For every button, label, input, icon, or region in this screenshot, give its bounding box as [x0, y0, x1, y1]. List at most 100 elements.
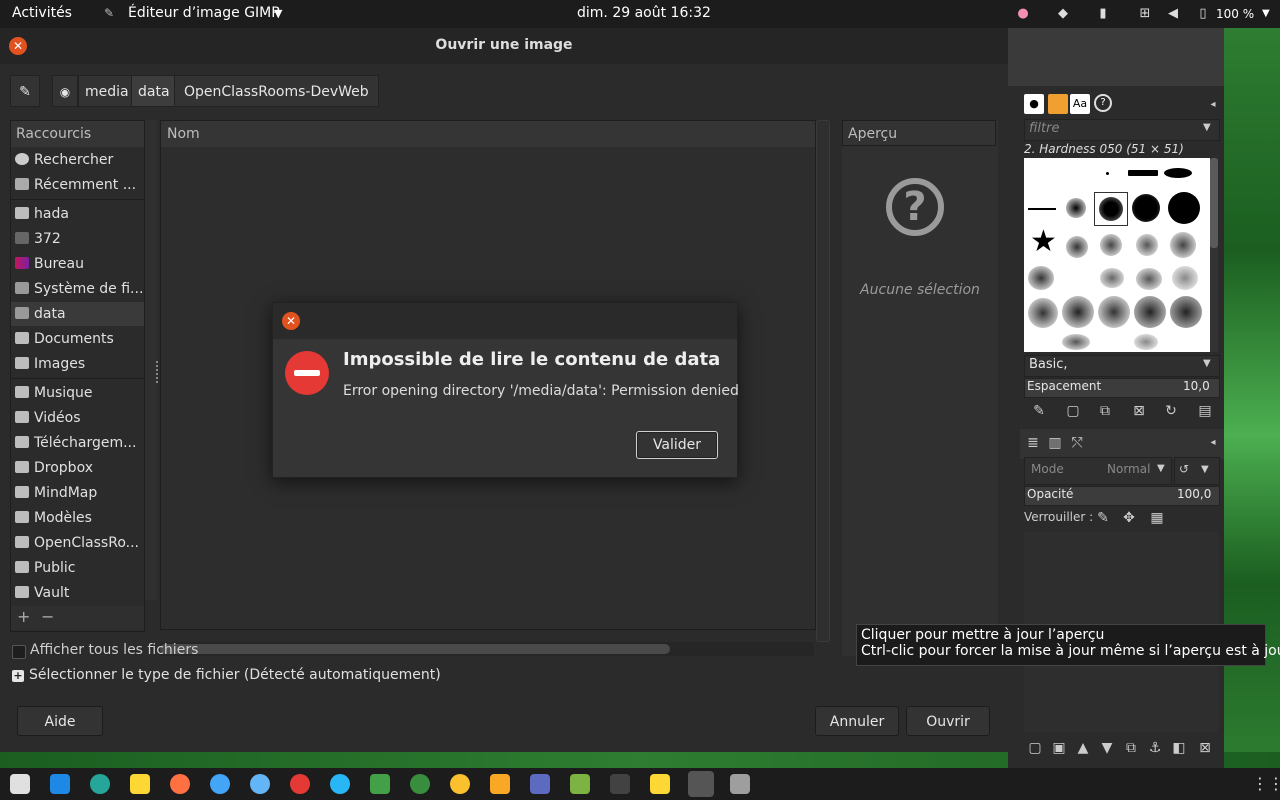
- sidebar-item-vault[interactable]: Vault: [11, 581, 144, 605]
- sidebar-scrollbar[interactable]: [145, 120, 157, 600]
- lock-position-icon[interactable]: ✥: [1120, 509, 1138, 527]
- open-as-image-icon[interactable]: ▤: [1196, 402, 1214, 420]
- brush-swatch[interactable]: [1164, 168, 1192, 178]
- question-icon[interactable]: ?: [886, 178, 944, 236]
- skype-icon[interactable]: [330, 774, 350, 794]
- opera-icon[interactable]: [290, 774, 310, 794]
- gimp-taskbar-icon[interactable]: [688, 771, 714, 797]
- battery-icon[interactable]: ▯: [1194, 5, 1212, 23]
- sidebar-item-hada[interactable]: hada: [11, 202, 144, 226]
- cancel-button[interactable]: Annuler: [815, 706, 899, 736]
- brush-swatch[interactable]: [1132, 194, 1160, 222]
- channels-tab-icon[interactable]: ▥: [1046, 434, 1064, 452]
- clock[interactable]: dim. 29 août 16:32: [577, 5, 711, 21]
- fonts-tab-icon[interactable]: Aa: [1070, 94, 1090, 114]
- ok-button[interactable]: Valider: [636, 431, 718, 459]
- sidebar-item-search[interactable]: Rechercher: [11, 148, 144, 172]
- new-layer-icon[interactable]: ▢: [1026, 739, 1044, 757]
- brushes-tab-icon[interactable]: ●: [1024, 94, 1044, 114]
- spacing-slider[interactable]: Espacement 10,0: [1024, 378, 1220, 398]
- anchor-layer-icon[interactable]: ⚓: [1146, 739, 1164, 757]
- new-layer-group-icon[interactable]: ▣: [1050, 739, 1068, 757]
- brush-swatch[interactable]: [1136, 268, 1162, 290]
- refresh-brushes-icon[interactable]: ↻: [1162, 402, 1180, 420]
- clipboard-icon[interactable]: ▮: [1094, 5, 1112, 23]
- activities-button[interactable]: Activités: [12, 5, 72, 21]
- brush-swatch[interactable]: [1062, 334, 1090, 350]
- file-type-expander[interactable]: Sélectionner le type de fichier (Détecté…: [29, 667, 441, 683]
- path-button-data[interactable]: data: [131, 75, 177, 107]
- column-header-name[interactable]: Nom: [161, 121, 815, 147]
- sidebar-item-musique[interactable]: Musique: [11, 381, 144, 405]
- app-menu[interactable]: Éditeur d’image GIMP: [128, 5, 280, 21]
- hscroll-thumb[interactable]: [160, 644, 670, 654]
- mask-layer-icon[interactable]: ◧: [1170, 739, 1188, 757]
- sidebar-item-images[interactable]: Images: [11, 352, 144, 376]
- brush-swatch[interactable]: [1170, 232, 1196, 258]
- open-button[interactable]: Ouvrir: [906, 706, 990, 736]
- brush-swatch[interactable]: [1028, 298, 1058, 328]
- cheese-icon[interactable]: [650, 774, 670, 794]
- brush-swatch[interactable]: [1100, 234, 1122, 256]
- paths-tab-icon[interactable]: ⤲: [1068, 434, 1086, 452]
- edit-location-button[interactable]: ✎: [10, 75, 40, 107]
- game-icon[interactable]: [570, 774, 590, 794]
- yakyak-icon[interactable]: [410, 774, 430, 794]
- file-list-hscrollbar[interactable]: [160, 642, 814, 656]
- layer-mode-select[interactable]: Mode Normal ▼: [1024, 457, 1172, 485]
- delete-layer-icon[interactable]: ⊠: [1196, 739, 1214, 757]
- patterns-tab-icon[interactable]: [1048, 94, 1068, 114]
- brush-swatch[interactable]: [1136, 234, 1158, 256]
- composite-mode-button[interactable]: ↺ ▼: [1174, 457, 1220, 485]
- notification-icon[interactable]: ●: [1014, 5, 1032, 23]
- duplicate-layer-icon[interactable]: ⧉: [1122, 739, 1140, 757]
- chevron-down-icon[interactable]: ▼: [1203, 358, 1211, 369]
- brush-swatch[interactable]: [1066, 198, 1086, 218]
- close-icon[interactable]: ✕: [282, 312, 300, 330]
- brush-grid[interactable]: ★: [1024, 158, 1210, 352]
- sidebar-item-372[interactable]: 372: [11, 227, 144, 251]
- lock-alpha-icon[interactable]: ▦: [1148, 509, 1166, 527]
- calculator-icon[interactable]: [530, 774, 550, 794]
- chevron-down-icon[interactable]: ▼: [1203, 122, 1211, 133]
- dock-menu-icon[interactable]: ◂: [1204, 96, 1222, 114]
- mail-icon[interactable]: [450, 774, 470, 794]
- file-list-vscrollbar[interactable]: [816, 120, 830, 642]
- sidebar-item-videos[interactable]: Vidéos: [11, 406, 144, 430]
- brush-swatch[interactable]: [1098, 296, 1130, 328]
- drive-path-button[interactable]: ◉: [52, 75, 78, 107]
- brush-swatch[interactable]: [1134, 334, 1158, 350]
- show-all-files-label[interactable]: Afficher tous les fichiers: [30, 642, 198, 658]
- path-button-openclassrooms[interactable]: OpenClassRooms-DevWeb: [174, 75, 379, 107]
- brush-swatch[interactable]: [1128, 170, 1158, 176]
- sidebar-item-data[interactable]: data: [11, 302, 144, 326]
- brush-swatch[interactable]: [1172, 266, 1198, 290]
- expander-plus-icon[interactable]: +: [12, 670, 24, 682]
- show-all-files-checkbox[interactable]: [12, 645, 26, 659]
- lower-layer-icon[interactable]: ▼: [1098, 739, 1116, 757]
- add-bookmark-icon[interactable]: +: [17, 607, 30, 626]
- chromium-icon[interactable]: [210, 774, 230, 794]
- brush-swatch[interactable]: [1066, 236, 1088, 258]
- network-icon[interactable]: ⊞: [1136, 5, 1154, 23]
- system-menu-chevron-icon[interactable]: ▼: [1262, 8, 1270, 19]
- lock-pixels-icon[interactable]: ✎: [1094, 509, 1112, 527]
- notes-icon[interactable]: [130, 774, 150, 794]
- path-button-media[interactable]: media: [78, 75, 136, 107]
- new-brush-icon[interactable]: ▢: [1064, 402, 1082, 420]
- help-tab-icon[interactable]: ?: [1094, 94, 1112, 112]
- brush-filter-input[interactable]: filtre ▼: [1024, 119, 1220, 141]
- brush-swatch[interactable]: [1028, 266, 1054, 290]
- preview-header[interactable]: Aperçu: [842, 120, 996, 146]
- sidebar-item-dropbox[interactable]: Dropbox: [11, 456, 144, 480]
- slack-icon[interactable]: [370, 774, 390, 794]
- sidebar-item-recent[interactable]: Récemment ...: [11, 173, 144, 197]
- sidebar-item-openclassrooms[interactable]: OpenClassRo...: [11, 531, 144, 555]
- sidebar-item-bureau[interactable]: Bureau: [11, 252, 144, 276]
- edit-brush-icon[interactable]: ✎: [1030, 402, 1048, 420]
- raise-layer-icon[interactable]: ▲: [1074, 739, 1092, 757]
- sidebar-item-mindmap[interactable]: MindMap: [11, 481, 144, 505]
- brush-swatch[interactable]: [1170, 296, 1202, 328]
- sidebar-item-telechargements[interactable]: Téléchargem...: [11, 431, 144, 455]
- brush-swatch[interactable]: [1168, 192, 1200, 224]
